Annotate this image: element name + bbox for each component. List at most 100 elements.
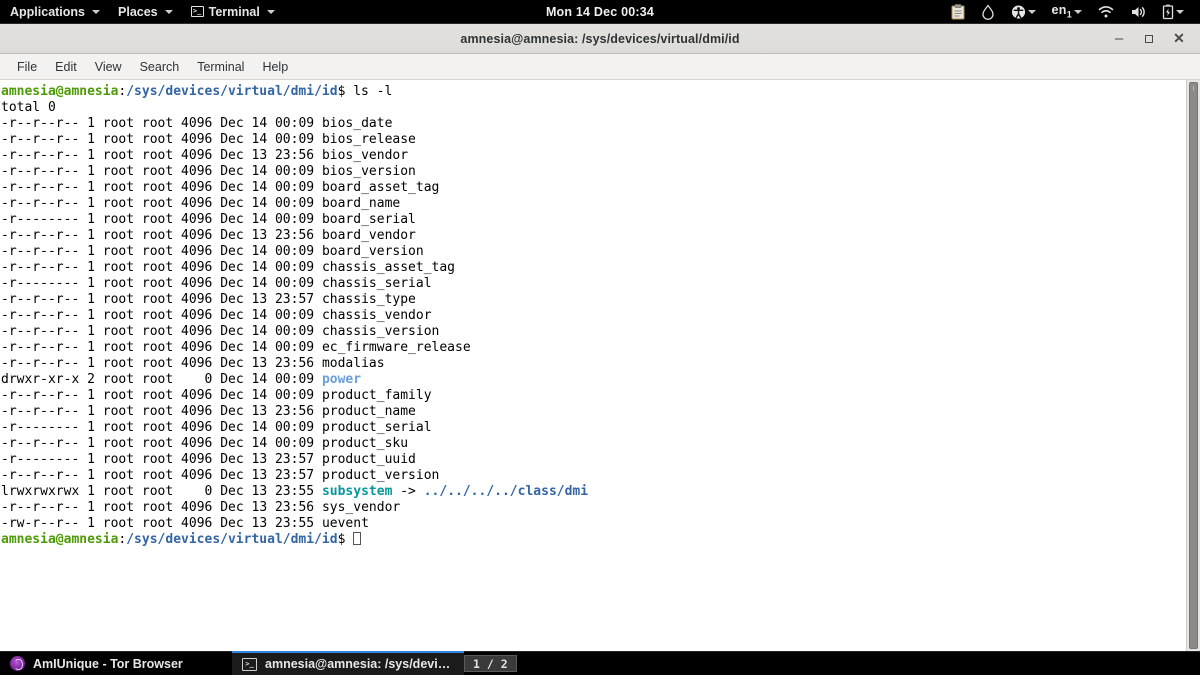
listing-owner: root xyxy=(102,500,135,515)
top-panel-tray: en1 xyxy=(943,0,1200,23)
battery-indicator[interactable] xyxy=(1154,0,1192,23)
symlink-target: ../../../../class/dmi xyxy=(423,484,589,499)
listing-month: Dec xyxy=(220,196,244,211)
listing-owner: root xyxy=(102,116,135,131)
close-icon: ✕ xyxy=(1173,30,1185,46)
listing-size: 4096 xyxy=(181,116,213,131)
terminal-listing-row: -r--r--r-- 1 root root 4096 Dec 13 23:56… xyxy=(1,404,1186,420)
clipboard-indicator[interactable] xyxy=(943,0,973,23)
menu-view[interactable]: View xyxy=(86,57,131,77)
listing-size: 4096 xyxy=(181,164,213,179)
listing-time: 23:56 xyxy=(274,148,315,163)
listing-day: 14 xyxy=(251,180,268,195)
listing-name-file: bios_vendor xyxy=(321,148,409,163)
listing-time: 00:09 xyxy=(274,324,315,339)
listing-name-file: product_sku xyxy=(321,436,409,451)
listing-day: 14 xyxy=(251,436,268,451)
listing-size: 4096 xyxy=(181,228,213,243)
maximize-button[interactable] xyxy=(1134,26,1164,52)
workspace-indicator[interactable]: 1 / 2 xyxy=(464,655,517,672)
listing-owner: root xyxy=(102,228,135,243)
terminal-listing-row: drwxr-xr-x 2 root root 0 Dec 14 00:09 po… xyxy=(1,372,1186,388)
universal-access-indicator[interactable] xyxy=(1003,0,1044,23)
listing-name-file: bios_date xyxy=(321,116,393,131)
listing-links: 1 xyxy=(87,212,95,227)
menu-edit[interactable]: Edit xyxy=(46,57,86,77)
listing-day: 13 xyxy=(251,356,268,371)
listing-name-file: board_vendor xyxy=(321,228,416,243)
listing-day: 14 xyxy=(251,372,268,387)
listing-group: root xyxy=(141,324,174,339)
volume-icon xyxy=(1132,6,1145,17)
listing-group: root xyxy=(141,500,174,515)
listing-owner: root xyxy=(102,452,135,467)
listing-time: 00:09 xyxy=(274,420,315,435)
listing-links: 1 xyxy=(87,324,95,339)
listing-time: 00:09 xyxy=(274,132,315,147)
minimize-button[interactable]: – xyxy=(1104,26,1134,52)
terminal-scrollbar[interactable] xyxy=(1186,80,1200,651)
menu-terminal[interactable]: Terminal xyxy=(188,57,253,77)
minimize-icon: – xyxy=(1114,29,1124,47)
listing-month: Dec xyxy=(220,148,244,163)
listing-name-file: modalias xyxy=(321,356,385,371)
close-button[interactable]: ✕ xyxy=(1164,26,1194,52)
menu-search[interactable]: Search xyxy=(131,57,189,77)
listing-size: 4096 xyxy=(181,196,213,211)
terminal-listing-row: lrwxrwxrwx 1 root root 0 Dec 13 23:55 su… xyxy=(1,484,1186,500)
terminal-icon: >_ xyxy=(242,657,257,671)
listing-owner: root xyxy=(102,324,135,339)
applications-menu[interactable]: Applications xyxy=(0,0,109,23)
listing-links: 1 xyxy=(87,436,95,451)
listing-permissions: -r--r--r-- xyxy=(1,228,80,243)
volume-indicator[interactable] xyxy=(1122,0,1154,23)
terminal-app-menu[interactable]: >_ Terminal xyxy=(182,0,284,23)
listing-name-file: board_asset_tag xyxy=(321,180,440,195)
listing-group: root xyxy=(141,132,174,147)
menu-file[interactable]: File xyxy=(8,57,46,77)
listing-month: Dec xyxy=(220,452,244,467)
listing-size: 4096 xyxy=(181,148,213,163)
terminal-menubar: File Edit View Search Terminal Help xyxy=(0,54,1200,80)
listing-group: root xyxy=(141,148,174,163)
listing-size: 4096 xyxy=(181,340,213,355)
tails-onion-indicator[interactable] xyxy=(973,0,1003,23)
places-menu[interactable]: Places xyxy=(109,0,182,23)
window-titlebar[interactable]: amnesia@amnesia: /sys/devices/virtual/dm… xyxy=(0,24,1200,54)
listing-group: root xyxy=(141,516,174,531)
listing-owner: root xyxy=(102,308,135,323)
terminal-listing-row: -r-------- 1 root root 4096 Dec 14 00:09… xyxy=(1,212,1186,228)
clipboard-icon xyxy=(951,3,964,19)
listing-name-file: ec_firmware_release xyxy=(321,340,471,355)
task-terminal[interactable]: >_ amnesia@amnesia: /sys/devices/vi… xyxy=(232,651,464,675)
terminal-listing-row: -r-------- 1 root root 4096 Dec 14 00:09… xyxy=(1,276,1186,292)
terminal-listing-row: -r--r--r-- 1 root root 4096 Dec 14 00:09… xyxy=(1,340,1186,356)
task-tor-browser-label: AmIUnique - Tor Browser xyxy=(33,656,183,671)
menu-help[interactable]: Help xyxy=(253,57,297,77)
listing-links: 1 xyxy=(87,308,95,323)
listing-group: root xyxy=(141,260,174,275)
listing-size: 4096 xyxy=(181,276,213,291)
listing-owner: root xyxy=(102,132,135,147)
listing-permissions: -r--r--r-- xyxy=(1,132,80,147)
task-tor-browser[interactable]: AmIUnique - Tor Browser xyxy=(0,652,232,675)
listing-day: 13 xyxy=(251,500,268,515)
listing-day: 14 xyxy=(251,276,268,291)
terminal-output[interactable]: amnesia@amnesia:/sys/devices/virtual/dmi… xyxy=(0,80,1186,651)
listing-owner: root xyxy=(102,372,135,387)
listing-owner: root xyxy=(102,516,135,531)
keyboard-layout-indicator[interactable]: en1 xyxy=(1044,0,1091,23)
listing-size: 4096 xyxy=(181,180,213,195)
wifi-indicator[interactable] xyxy=(1090,0,1122,23)
terminal-icon: >_ xyxy=(190,6,204,17)
water-drop-icon xyxy=(981,3,994,20)
scrollbar-thumb[interactable] xyxy=(1189,82,1198,649)
listing-permissions: -r-------- xyxy=(1,452,80,467)
listing-permissions: -r--r--r-- xyxy=(1,340,80,355)
listing-owner: root xyxy=(102,404,135,419)
listing-time: 23:56 xyxy=(274,356,315,371)
listing-time: 23:56 xyxy=(274,500,315,515)
listing-name-file: bios_version xyxy=(321,164,416,179)
listing-group: root xyxy=(141,164,174,179)
listing-month: Dec xyxy=(220,292,244,307)
